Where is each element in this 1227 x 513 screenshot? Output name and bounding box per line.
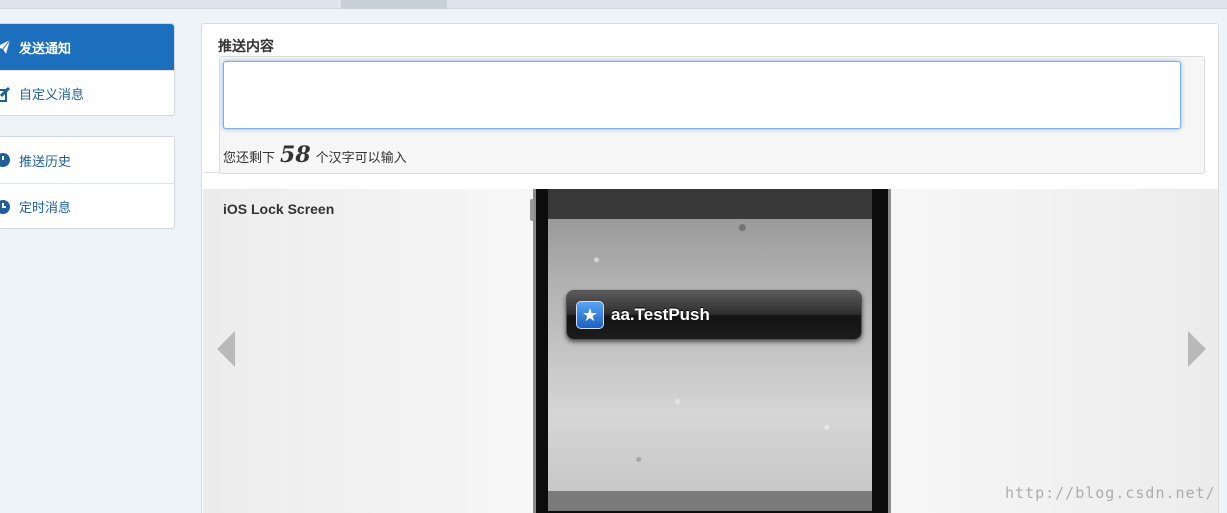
lock-screen: ★ aa.TestPush xyxy=(548,189,872,511)
edit-icon xyxy=(0,86,11,102)
unlock-bar xyxy=(548,491,872,511)
remain-count: 58 xyxy=(280,142,311,168)
remaining-chars-hint: 您还剩下 58 个汉字可以输入 xyxy=(223,142,407,168)
watermark-text: http://blog.csdn.net/ xyxy=(1005,484,1216,502)
status-bar xyxy=(548,189,872,219)
push-notification-banner: ★ aa.TestPush xyxy=(566,290,862,340)
sidebar-item-push-history[interactable]: 推送历史 xyxy=(0,137,174,183)
carousel-next-arrow-icon[interactable] xyxy=(1188,331,1206,367)
sidebar-item-label: 自定义消息 xyxy=(19,87,85,102)
sidebar-group-history: 推送历史 定时消息 xyxy=(0,136,175,229)
top-tab-bar xyxy=(0,0,1227,9)
remain-prefix: 您还剩下 xyxy=(223,150,276,165)
top-tab-active[interactable] xyxy=(341,0,447,9)
compose-label: 推送内容 xyxy=(218,38,274,54)
push-content-input[interactable] xyxy=(223,61,1181,129)
paper-plane-icon xyxy=(0,39,11,54)
sidebar-item-label: 发送通知 xyxy=(19,40,72,56)
phone-frame: ★ aa.TestPush xyxy=(530,189,891,513)
compose-section: 推送内容 您还剩下 58 个汉字可以输入 xyxy=(203,25,1205,174)
preview-title: iOS Lock Screen xyxy=(223,201,335,217)
notification-title: aa.TestPush xyxy=(611,305,710,324)
star-icon: ★ xyxy=(576,301,604,329)
phone-side-button xyxy=(530,199,534,221)
carousel-prev-arrow-icon[interactable] xyxy=(217,331,235,367)
clock-icon xyxy=(0,199,10,214)
sidebar-group-send: 发送通知 自定义消息 xyxy=(0,23,175,116)
sidebar-item-custom-message[interactable]: 自定义消息 xyxy=(0,70,174,116)
sidebar-item-send-notification[interactable]: 发送通知 xyxy=(0,24,174,70)
main-panel: 推送内容 您还剩下 58 个汉字可以输入 iOS Lock Screen ★ a… xyxy=(201,23,1219,513)
sidebar-item-label: 推送历史 xyxy=(19,153,72,169)
preview-section: iOS Lock Screen ★ aa.TestPush xyxy=(203,189,1218,513)
sidebar-item-scheduled-message[interactable]: 定时消息 xyxy=(0,183,174,229)
remain-suffix: 个汉字可以输入 xyxy=(315,150,407,165)
history-icon xyxy=(0,153,10,167)
sidebar-item-label: 定时消息 xyxy=(19,200,72,215)
